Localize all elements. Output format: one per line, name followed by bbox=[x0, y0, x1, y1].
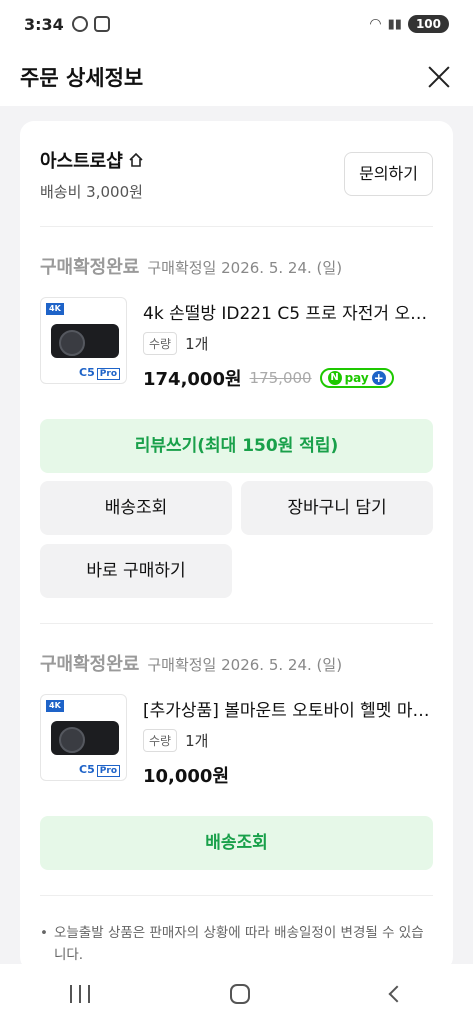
product-name[interactable]: 4k 손떨방 ID221 C5 프로 자전거 오토바이 헬멧 액션캠 bbox=[143, 299, 433, 324]
confirm-date: 구매확정일 2026. 5. 24. (일) bbox=[147, 259, 343, 277]
quantity-tag: 수량 bbox=[143, 332, 178, 355]
product-row[interactable]: 4K C5Pro 4k 손떨방 ID221 C5 프로 자전거 오토바이 헬멧 … bbox=[40, 297, 433, 391]
home-button-icon[interactable] bbox=[230, 984, 251, 1004]
wifi-icon: ◠ bbox=[369, 16, 382, 32]
write-review-button[interactable]: 리뷰쓰기(최대 150원 적립) bbox=[40, 419, 433, 473]
seller-row: 아스트로샵 배송비 3,000원 문의하기 bbox=[40, 121, 433, 227]
product-thumbnail[interactable]: 4K C5 Pro bbox=[40, 297, 127, 384]
order-card: 아스트로샵 배송비 3,000원 문의하기 구매확정완료 구매확정일 2026.… bbox=[20, 121, 453, 971]
thumb-model-tag: Pro bbox=[96, 368, 120, 380]
order-item: 구매확정완료 구매확정일 2026. 5. 24. (일) 4K C5 Pro [… bbox=[40, 624, 433, 896]
npay-label: pay bbox=[344, 371, 369, 385]
status-bar: 3:34 ◠ ▮▮ 100 bbox=[0, 0, 473, 48]
npay-badge: N pay + bbox=[319, 368, 394, 388]
close-icon[interactable] bbox=[425, 63, 453, 91]
quantity-value: 1개 bbox=[185, 732, 209, 750]
back-icon[interactable] bbox=[388, 985, 406, 1003]
plus-icon: + bbox=[371, 371, 386, 385]
system-nav-bar bbox=[0, 964, 473, 1024]
divider bbox=[40, 895, 433, 896]
order-item: 구매확정완료 구매확정일 2026. 5. 24. (일) 4K C5 Pro 4… bbox=[40, 227, 433, 624]
home-icon bbox=[128, 152, 144, 168]
camera-image bbox=[51, 721, 119, 755]
product-price: 10,000원 bbox=[143, 766, 230, 787]
thumb-model: C5 bbox=[79, 366, 95, 379]
product-row[interactable]: 4K C5 Pro [추가상품] 볼마운트 오토바이 헬멧 마운트 수량 1개 1… bbox=[40, 694, 433, 788]
product-price: 174,000원 bbox=[143, 369, 242, 390]
npay-n-icon: N bbox=[327, 371, 342, 385]
page-header: 주문 상세정보 bbox=[0, 48, 473, 106]
notice-text: 오늘출발 상품은 판매자의 상황에 따라 배송일정이 변경될 수 있습니다. bbox=[53, 925, 424, 963]
battery-indicator: 100 bbox=[407, 15, 449, 33]
thumb-badge: 4K bbox=[46, 303, 64, 315]
thumb-model: C5 bbox=[79, 763, 95, 776]
page-title: 주문 상세정보 bbox=[20, 66, 144, 90]
location-icon bbox=[71, 16, 88, 32]
signal-icon: ▮▮ bbox=[387, 16, 402, 32]
track-delivery-button[interactable]: 배송조회 bbox=[40, 481, 232, 535]
seller-name: 아스트로샵 bbox=[40, 151, 123, 172]
add-to-cart-button[interactable]: 장바구니 담기 bbox=[241, 481, 433, 535]
order-status: 구매확정완료 bbox=[40, 257, 140, 278]
product-name[interactable]: [추가상품] 볼마운트 오토바이 헬멧 마운트 bbox=[143, 696, 433, 721]
quantity-value: 1개 bbox=[185, 335, 209, 353]
thumb-model-tag: Pro bbox=[96, 765, 120, 777]
shipping-fee: 배송비 3,000원 bbox=[40, 183, 143, 201]
shipping-notice: • 오늘출발 상품은 판매자의 상황에 따라 배송일정이 변경될 수 있습니다. bbox=[40, 922, 433, 966]
recent-apps-icon[interactable] bbox=[70, 985, 91, 1003]
buy-now-button[interactable]: 바로 구매하기 bbox=[40, 544, 232, 598]
track-delivery-button[interactable]: 배송조회 bbox=[40, 816, 433, 870]
thumb-badge: 4K bbox=[46, 700, 64, 712]
inquiry-button[interactable]: 문의하기 bbox=[344, 152, 433, 196]
order-status: 구매확정완료 bbox=[40, 654, 140, 675]
seller-link[interactable]: 아스트로샵 bbox=[40, 147, 144, 173]
original-price: 175,000 bbox=[249, 369, 312, 387]
product-thumbnail[interactable]: 4K C5 Pro bbox=[40, 694, 127, 781]
instagram-icon bbox=[93, 16, 110, 32]
quantity-tag: 수량 bbox=[143, 729, 178, 752]
confirm-date: 구매확정일 2026. 5. 24. (일) bbox=[147, 656, 343, 674]
camera-image bbox=[51, 324, 119, 358]
bullet-icon: • bbox=[40, 925, 48, 941]
status-time: 3:34 bbox=[24, 14, 64, 34]
